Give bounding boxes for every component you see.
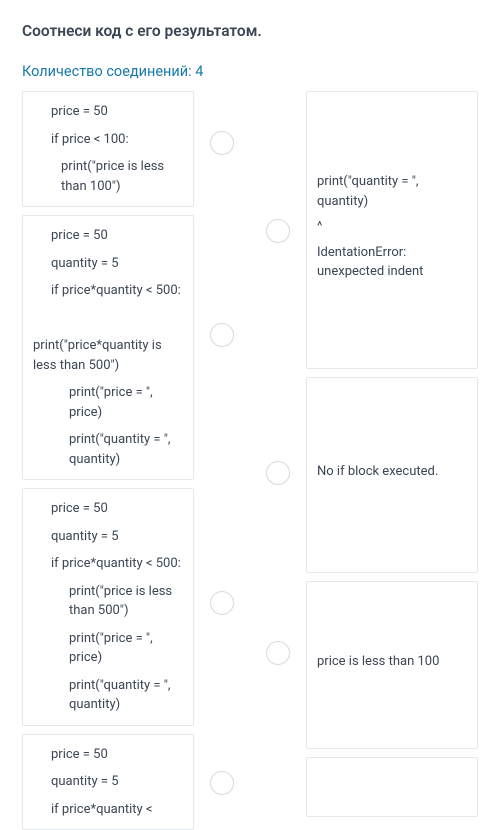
result-card[interactable] — [306, 757, 478, 817]
result-line: ^ — [317, 217, 467, 237]
code-line: quantity = 5 — [33, 254, 183, 274]
connector-dot-left[interactable] — [210, 323, 234, 347]
connector-dot-left[interactable] — [210, 771, 234, 795]
connector-dot-left[interactable] — [210, 131, 234, 155]
code-line: print("price = ", price) — [33, 383, 183, 422]
code-line: print("quantity = ", quantity) — [33, 430, 183, 469]
code-line: print("price is less than 500") — [33, 582, 183, 621]
connector-dot-right[interactable] — [266, 461, 290, 485]
code-card[interactable]: price = 50 quantity = 5 if price*quantity … — [22, 488, 194, 726]
code-line — [33, 309, 183, 329]
code-line: if price < 100: — [33, 130, 183, 150]
code-line: print("price is less than 100") — [33, 157, 183, 196]
code-card[interactable]: price = 50 quantity = 5 if price*quantity … — [22, 734, 194, 830]
code-line: print("price*quantity is less than 500") — [33, 336, 183, 375]
page-title: Соотнеси код с его результатом. — [22, 20, 478, 43]
code-line: price = 50 — [33, 226, 183, 246]
code-line: quantity = 5 — [33, 527, 183, 547]
right-column: print("quantity = ", quantity) ^ Identatio… — [306, 91, 478, 817]
left-column: price = 50 if price < 100: print("price is… — [22, 91, 194, 830]
code-line: price = 50 — [33, 102, 183, 122]
result-card[interactable]: No if block executed. — [306, 377, 478, 573]
code-line: price = 50 — [33, 499, 183, 519]
code-card[interactable]: price = 50 quantity = 5 if price*quantity … — [22, 215, 194, 480]
matching-area: price = 50 if price < 100: print("price is… — [22, 91, 478, 830]
connector-dot-right[interactable] — [266, 641, 290, 665]
connector-dot-right[interactable] — [266, 219, 290, 243]
result-line: No if block executed. — [317, 462, 438, 482]
code-line: if price*quantity < 500: — [33, 281, 183, 301]
connector-dot-left[interactable] — [210, 591, 234, 615]
connections-count: Количество соединений: 4 — [22, 61, 478, 83]
code-line: quantity = 5 — [33, 772, 183, 792]
code-line: print("quantity = ", quantity) — [33, 676, 183, 715]
result-line: print("quantity = ", quantity) — [317, 172, 467, 211]
result-line: IdentationError: unexpected indent — [317, 243, 467, 282]
code-card[interactable]: price = 50 if price < 100: print("price is… — [22, 91, 194, 207]
code-line: if price*quantity < — [33, 800, 183, 820]
code-line: if price*quantity < 500: — [33, 554, 183, 574]
result-card[interactable]: print("quantity = ", quantity) ^ Identatio… — [306, 91, 478, 369]
code-line: print("price = ", price) — [33, 629, 183, 668]
code-line: price = 50 — [33, 745, 183, 765]
result-line: price is less than 100 — [317, 652, 439, 672]
result-card[interactable]: price is less than 100 — [306, 581, 478, 749]
